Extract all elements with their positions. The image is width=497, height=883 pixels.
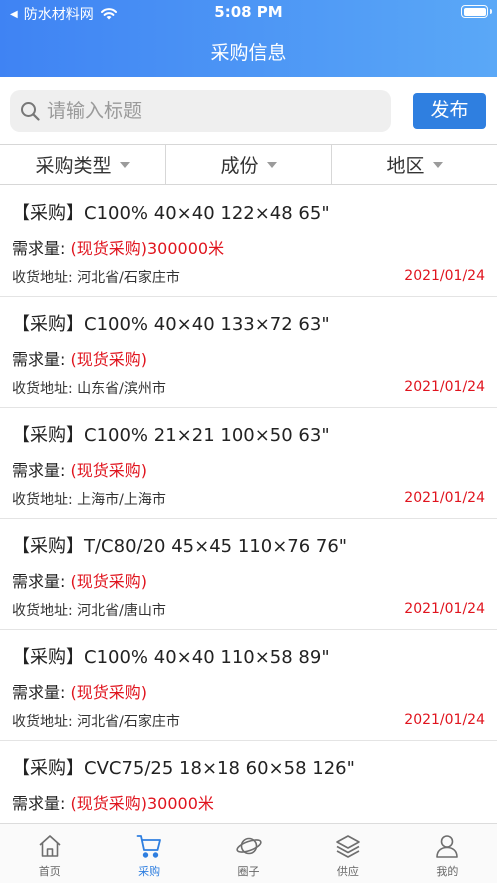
demand-value: (现货采购) (70, 572, 148, 591)
status-bar: ◀ 防水材料网 5:08 PM (0, 0, 497, 26)
item-date: 2021/01/24 (404, 379, 485, 395)
item-address: 收货地址: 上海市/上海市 (12, 492, 166, 508)
item-title: 【采购】C100% 40×40 122×48 65" (12, 203, 330, 224)
search-box[interactable] (10, 90, 391, 132)
list-item[interactable]: 【采购】C100% 40×40 110×58 89" 需求量: (现货采购) 收… (0, 630, 497, 741)
item-demand: 需求量: (现货采购)300000米 (12, 235, 224, 259)
demand-value: (现货采购)300000米 (70, 239, 225, 258)
tab-circle[interactable]: 圈子 (199, 824, 298, 883)
tab-label: 采购 (138, 865, 161, 878)
item-address: 收货地址: 山东省/滨州市 (12, 381, 166, 397)
item-title: 【采购】C100% 21×21 100×50 63" (12, 425, 330, 446)
search-icon (21, 102, 40, 121)
page-title: 采购信息 (210, 42, 287, 64)
demand-value: (现货采购)30000米 (70, 794, 214, 813)
list-item[interactable]: 【采购】C100% 21×21 100×50 63" 需求量: (现货采购) 收… (0, 408, 497, 519)
layers-icon (336, 835, 360, 858)
demand-label: 需求量: (12, 239, 66, 258)
item-date: 2021/01/24 (404, 268, 485, 284)
demand-label: 需求量: (12, 683, 66, 702)
item-demand: 需求量: (现货采购) (12, 457, 147, 481)
purchase-list: 【采购】C100% 40×40 122×48 65" 需求量: (现货采购)30… (0, 186, 497, 823)
item-title: 【采购】CVC75/25 18×18 60×58 126" (12, 758, 355, 779)
filter-label: 采购类型 (35, 155, 112, 177)
demand-value: (现货采购) (70, 461, 148, 480)
demand-value: (现货采购) (70, 350, 148, 369)
caret-down-icon (432, 161, 443, 168)
tab-home[interactable]: 首页 (0, 824, 99, 883)
demand-label: 需求量: (12, 572, 66, 591)
tab-label: 首页 (38, 865, 61, 878)
filter-label: 地区 (386, 155, 425, 177)
publish-button[interactable]: 发布 (413, 93, 486, 129)
demand-label: 需求量: (12, 350, 66, 369)
demand-value: (现货采购) (70, 683, 148, 702)
caret-down-icon (266, 161, 277, 168)
item-title: 【采购】T/C80/20 45×45 110×76 76" (12, 536, 348, 557)
battery-icon (461, 5, 492, 18)
filter-purchase-type[interactable]: 采购类型 (0, 145, 165, 184)
list-item[interactable]: 【采购】C100% 40×40 122×48 65" 需求量: (现货采购)30… (0, 186, 497, 297)
user-icon (436, 835, 459, 858)
item-demand: 需求量: (现货采购)30000米 (12, 790, 214, 814)
home-icon (39, 835, 61, 857)
tab-purchase[interactable]: 采购 (99, 824, 198, 883)
item-title: 【采购】C100% 40×40 110×58 89" (12, 647, 330, 668)
tab-label: 供应 (336, 865, 359, 878)
search-bar: 发布 (0, 77, 497, 144)
tab-bar: 首页 采购 圈子 供应 我的 (0, 823, 497, 883)
item-title: 【采购】C100% 40×40 133×72 63" (12, 314, 330, 335)
item-address: 收货地址: 河北省/唐山市 (12, 603, 166, 619)
header: ◀ 防水材料网 5:08 PM 采购信息 (0, 0, 497, 77)
list-item[interactable]: 【采购】CVC75/25 18×18 60×58 126" 需求量: (现货采购… (0, 741, 497, 823)
list-item[interactable]: 【采购】T/C80/20 45×45 110×76 76" 需求量: (现货采购… (0, 519, 497, 630)
search-input[interactable] (47, 100, 367, 122)
filter-label: 成份 (220, 155, 259, 177)
item-address: 收货地址: 河北省/石家庄市 (12, 270, 180, 286)
tab-label: 我的 (436, 865, 459, 878)
item-date: 2021/01/24 (404, 490, 485, 506)
item-demand: 需求量: (现货采购) (12, 346, 147, 370)
tab-label: 圈子 (237, 865, 260, 878)
demand-label: 需求量: (12, 461, 66, 480)
list-item[interactable]: 【采购】C100% 40×40 133×72 63" 需求量: (现货采购) 收… (0, 297, 497, 408)
item-date: 2021/01/24 (404, 601, 485, 617)
item-demand: 需求量: (现货采购) (12, 679, 147, 703)
filter-composition[interactable]: 成份 (165, 145, 331, 184)
demand-label: 需求量: (12, 794, 66, 813)
planet-icon (235, 837, 262, 855)
tab-mine[interactable]: 我的 (398, 824, 497, 883)
filter-bar: 采购类型 成份 地区 (0, 144, 497, 185)
item-address: 收货地址: 河北省/石家庄市 (12, 714, 180, 730)
cart-icon (136, 835, 162, 858)
item-date: 2021/01/24 (404, 712, 485, 728)
filter-region[interactable]: 地区 (331, 145, 497, 184)
tab-supply[interactable]: 供应 (298, 824, 397, 883)
caret-down-icon (119, 161, 130, 168)
item-demand: 需求量: (现货采购) (12, 568, 147, 592)
status-time: 5:08 PM (214, 3, 283, 21)
